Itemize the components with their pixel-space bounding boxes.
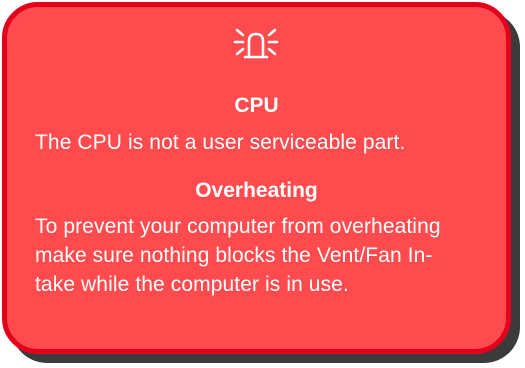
cpu-text: The CPU is not a user serviceable part.	[35, 131, 406, 154]
alarm-bell-icon	[233, 28, 279, 59]
overheating-line: To prevent your computer from overheatin…	[35, 215, 441, 238]
overheating-heading: Overheating	[195, 179, 318, 202]
notice-box: CPU The CPU is not a user serviceable pa…	[2, 2, 511, 354]
overheating-text: To prevent your computer from overheatin…	[35, 212, 505, 299]
overheating-line: make sure nothing blocks the Vent/Fan In…	[35, 244, 433, 267]
overheating-line: take while the computer is in use.	[35, 273, 349, 296]
cpu-heading: CPU	[234, 94, 279, 117]
